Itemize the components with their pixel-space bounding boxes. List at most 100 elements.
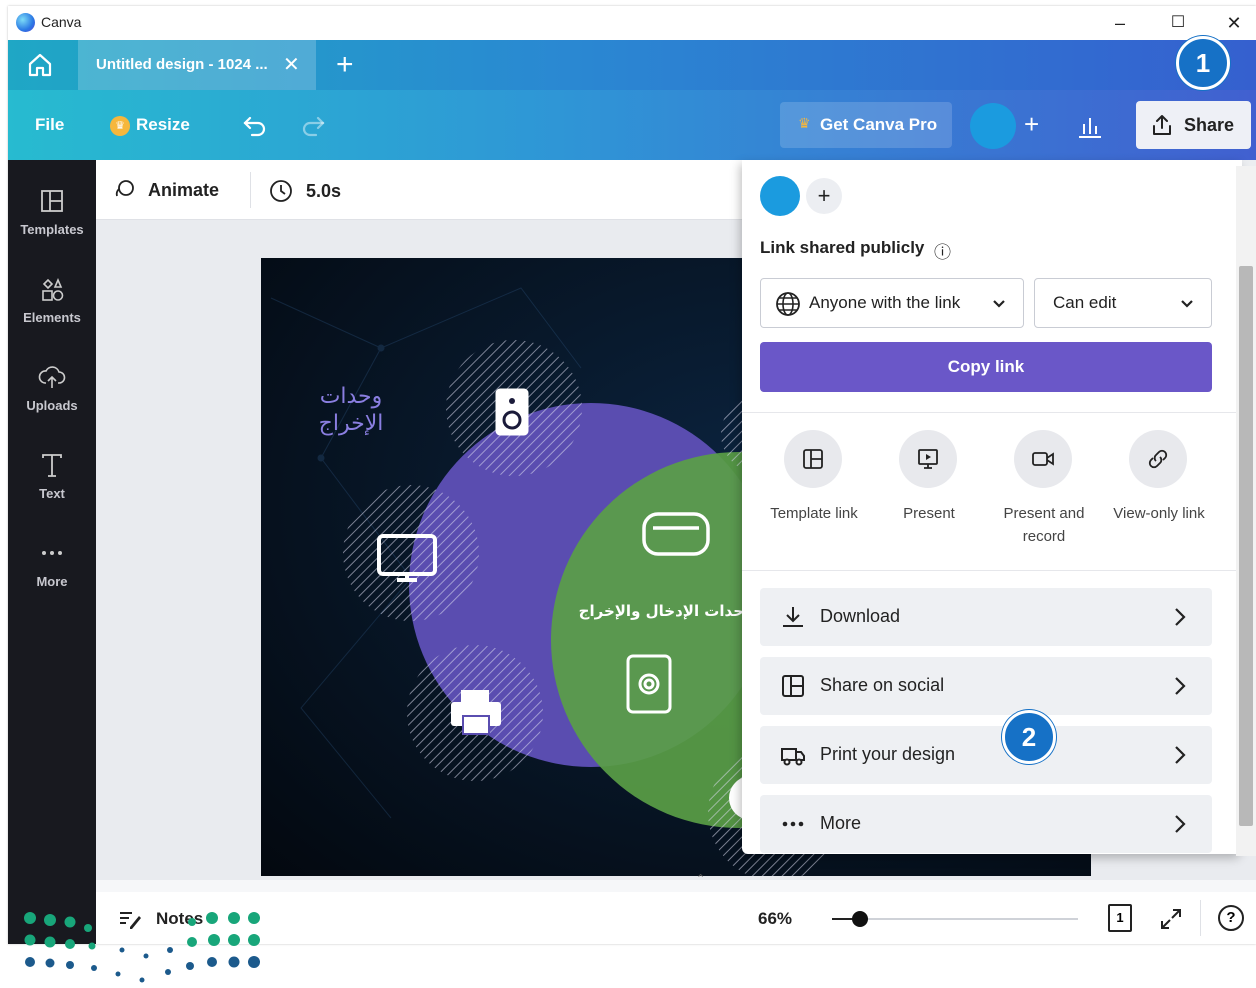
- sidebar-label-templates: Templates: [20, 222, 84, 237]
- download-row[interactable]: Download: [760, 588, 1212, 646]
- add-member-button[interactable]: +: [1024, 109, 1039, 140]
- tab-bar: Untitled design - 1024 ... ✕ +: [8, 40, 1256, 90]
- option-label: Template link: [770, 505, 858, 522]
- canva-logo-icon: [16, 13, 35, 32]
- permission-dropdown[interactable]: Can edit: [1034, 278, 1212, 328]
- permission-value: Can edit: [1053, 293, 1117, 312]
- minimize-button[interactable]: –: [1100, 8, 1140, 38]
- more-row[interactable]: More: [760, 795, 1212, 853]
- download-icon: [783, 607, 803, 627]
- close-window-button[interactable]: ✕: [1214, 8, 1254, 38]
- divider: [250, 172, 251, 208]
- option-label: Present and record: [1003, 505, 1085, 545]
- design-title-ar-2: الإخراج: [319, 411, 384, 436]
- file-menu[interactable]: File: [35, 115, 64, 135]
- resize-button[interactable]: Resize: [136, 115, 190, 135]
- share-panel: + Link shared publicly ⓘ Anyone with the…: [742, 160, 1242, 854]
- home-icon[interactable]: [26, 52, 54, 78]
- social-icon: [782, 675, 804, 697]
- download-label: Download: [820, 606, 901, 626]
- sidebar-label-uploads: Uploads: [26, 398, 78, 413]
- elements-icon: [42, 277, 64, 301]
- sidebar-item-more[interactable]: More: [8, 530, 96, 610]
- tab-close-button[interactable]: ✕: [283, 52, 300, 77]
- chevron-right-icon: [1175, 677, 1186, 695]
- duration-label: 5.0s: [306, 181, 342, 201]
- zoom-slider-track[interactable]: [832, 918, 1078, 920]
- print-design-label: Print your design: [820, 744, 956, 764]
- chevron-right-icon: [1175, 815, 1186, 833]
- globe-icon: [776, 292, 800, 316]
- share-button[interactable]: Share: [1136, 101, 1251, 149]
- undo-icon[interactable]: [242, 112, 268, 138]
- present-record-button[interactable]: [1014, 430, 1072, 488]
- maximize-button[interactable]: ☐: [1158, 8, 1198, 38]
- template-link-button[interactable]: [784, 430, 842, 488]
- collapse-pages-icon[interactable]: ⌃: [696, 872, 705, 885]
- side-navigation: Templates Elements Uploads Text More: [8, 160, 96, 944]
- get-pro-button[interactable]: ♛ Get Canva Pro: [780, 102, 952, 148]
- callout-1: 1: [1176, 36, 1230, 90]
- chevron-right-icon: [1175, 746, 1186, 764]
- option-label: Present: [903, 505, 955, 522]
- info-icon[interactable]: ⓘ: [934, 238, 951, 263]
- copy-link-button[interactable]: Copy link: [760, 342, 1212, 392]
- fullscreen-icon[interactable]: [1158, 906, 1184, 932]
- design-title-ar-1: وحدات: [320, 384, 383, 409]
- sidebar-item-uploads[interactable]: Uploads: [8, 354, 96, 434]
- access-dropdown[interactable]: Anyone with the link: [760, 278, 1024, 328]
- link-icon: [1148, 449, 1168, 469]
- bottom-bar: Notes 66% 1 ?: [96, 892, 1256, 944]
- print-design-row[interactable]: Print your design: [760, 726, 1212, 784]
- panel-scrollbar[interactable]: [1236, 166, 1256, 856]
- animate-label: Animate: [148, 180, 220, 200]
- add-people-button[interactable]: +: [806, 178, 842, 214]
- new-tab-button[interactable]: +: [336, 48, 354, 82]
- panel-scrollbar-thumb[interactable]: [1239, 266, 1253, 826]
- horizontal-scrollbar[interactable]: ⌃: [96, 873, 1256, 892]
- editor-toolbar: File ♛ Resize ♛ Get Canva Pro + Share: [8, 90, 1256, 160]
- template-icon: [803, 449, 823, 469]
- templates-icon: [41, 190, 63, 212]
- callout-2: 2: [1002, 710, 1056, 764]
- chevron-right-icon: [1175, 608, 1186, 626]
- zoom-slider-thumb[interactable]: [852, 911, 868, 927]
- option-label: View-only link: [1113, 505, 1205, 522]
- title-bar: Canva – ☐ ✕: [8, 6, 1256, 40]
- print-icon: [781, 748, 805, 766]
- more-dots-icon: [782, 821, 804, 827]
- tab-design[interactable]: Untitled design - 1024 ... ✕: [78, 40, 316, 90]
- view-only-link-button[interactable]: [1129, 430, 1187, 488]
- sidebar-item-elements[interactable]: Elements: [8, 266, 96, 346]
- dots-logo: [24, 912, 260, 983]
- clock-icon: [270, 180, 292, 202]
- share-upload-icon: [1153, 115, 1171, 135]
- record-icon: [1032, 452, 1054, 466]
- tab-title: Untitled design - 1024 ...: [96, 56, 268, 73]
- editor-context-bar: Animate 5.0s: [96, 160, 748, 220]
- redo-icon[interactable]: [300, 112, 326, 138]
- crown-small-icon: ♛: [798, 115, 811, 131]
- app-window: Canva – ☐ ✕ Untitled design - 1024 ... ✕…: [8, 6, 1256, 944]
- sidebar-item-text[interactable]: Text: [8, 442, 96, 522]
- panel-user-avatar: [760, 176, 800, 216]
- divider: [742, 570, 1242, 571]
- link-access-heading: Link shared publicly: [760, 238, 925, 257]
- present-button[interactable]: [899, 430, 957, 488]
- chevron-down-icon: [1181, 300, 1193, 308]
- more-label: More: [820, 813, 862, 833]
- share-label: Share: [1184, 115, 1235, 135]
- animate-icon: [115, 180, 134, 197]
- user-avatar[interactable]: [970, 103, 1016, 149]
- sidebar-item-templates[interactable]: Templates: [8, 178, 96, 258]
- help-button[interactable]: ?: [1218, 905, 1244, 931]
- sidebar-label-text: Text: [39, 486, 65, 501]
- design-center-ar: وحدات الإدخال والإخراج: [579, 602, 754, 620]
- monitor-hatch: [343, 485, 479, 621]
- share-social-row[interactable]: Share on social: [760, 657, 1212, 715]
- crown-icon: ♛: [110, 116, 130, 136]
- present-icon: [918, 449, 938, 469]
- insights-icon[interactable]: [1076, 112, 1104, 140]
- page-count-button[interactable]: 1: [1108, 904, 1132, 932]
- text-icon: [42, 454, 62, 477]
